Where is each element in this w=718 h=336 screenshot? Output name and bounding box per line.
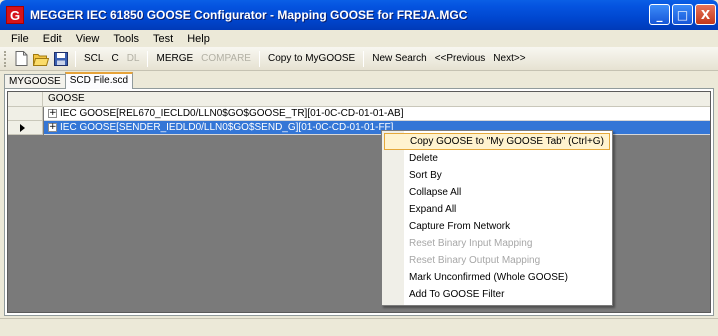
menu-file[interactable]: File bbox=[4, 33, 36, 45]
c-button[interactable]: C bbox=[107, 53, 122, 64]
expand-plus-icon[interactable]: + bbox=[48, 109, 57, 118]
current-row-arrow-icon bbox=[20, 124, 25, 132]
compare-button[interactable]: COMPARE bbox=[197, 53, 255, 64]
menu-item-reset-binary-input[interactable]: Reset Binary Input Mapping bbox=[384, 235, 610, 252]
menu-help[interactable]: Help bbox=[180, 33, 217, 45]
menu-bar: File Edit View Tools Test Help bbox=[0, 30, 718, 47]
column-header-goose[interactable]: GOOSE bbox=[48, 93, 85, 104]
grid-corner[interactable] bbox=[8, 92, 43, 107]
window-title: MEGGER IEC 61850 GOOSE Configurator - Ma… bbox=[30, 8, 468, 22]
grid-header: GOOSE bbox=[8, 92, 710, 107]
menu-item-reset-binary-output[interactable]: Reset Binary Output Mapping bbox=[384, 252, 610, 269]
new-search-button[interactable]: New Search bbox=[368, 53, 430, 64]
previous-button[interactable]: <<Previous bbox=[431, 53, 490, 64]
close-button[interactable]: X bbox=[695, 4, 716, 25]
menu-edit[interactable]: Edit bbox=[36, 33, 69, 45]
toolbar-grip[interactable] bbox=[4, 50, 7, 67]
menu-item-copy-goose[interactable]: Copy GOOSE to "My GOOSE Tab" (Ctrl+G) bbox=[384, 133, 610, 150]
toolbar-separator bbox=[363, 50, 365, 67]
status-bar bbox=[0, 318, 718, 336]
menu-item-add-to-goose-filter[interactable]: Add To GOOSE Filter bbox=[384, 286, 610, 303]
toolbar-separator bbox=[147, 50, 149, 67]
save-icon[interactable] bbox=[53, 51, 69, 67]
app-icon: G bbox=[6, 6, 24, 24]
title-bar: G MEGGER IEC 61850 GOOSE Configurator - … bbox=[0, 0, 718, 30]
tab-mygoose[interactable]: MYGOOSE bbox=[4, 74, 66, 89]
context-menu: Copy GOOSE to "My GOOSE Tab" (Ctrl+G) De… bbox=[381, 130, 613, 306]
row-selector[interactable] bbox=[8, 107, 43, 121]
open-folder-icon[interactable] bbox=[33, 51, 49, 67]
menu-item-collapse-all[interactable]: Collapse All bbox=[384, 184, 610, 201]
tab-strip: MYGOOSE SCD File.scd bbox=[4, 72, 134, 89]
toolbar-separator bbox=[75, 50, 76, 67]
menu-item-sort-by[interactable]: Sort By bbox=[384, 167, 610, 184]
goose-row-text: IEC GOOSE[REL670_IECLD0/LLN0$GO$GOOSE_TR… bbox=[60, 108, 404, 119]
expand-plus-icon[interactable]: + bbox=[48, 123, 57, 132]
minimize-button[interactable]: _ bbox=[649, 4, 670, 25]
merge-button[interactable]: MERGE bbox=[152, 53, 197, 64]
window-controls: _ □ X bbox=[649, 4, 716, 25]
toolbar: SCL C DL MERGE COMPARE Copy to MyGOOSE N… bbox=[0, 47, 718, 71]
menu-view[interactable]: View bbox=[69, 33, 107, 45]
menu-test[interactable]: Test bbox=[146, 33, 180, 45]
menu-item-delete[interactable]: Delete bbox=[384, 150, 610, 167]
new-file-icon[interactable] bbox=[13, 51, 29, 67]
toolbar-separator bbox=[258, 50, 260, 67]
menu-tools[interactable]: Tools bbox=[106, 33, 146, 45]
menu-item-capture-from-network[interactable]: Capture From Network bbox=[384, 218, 610, 235]
row-cell[interactable]: + IEC GOOSE[REL670_IECLD0/LLN0$GO$GOOSE_… bbox=[44, 107, 710, 121]
table-row[interactable]: + IEC GOOSE[REL670_IECLD0/LLN0$GO$GOOSE_… bbox=[8, 107, 710, 121]
next-button[interactable]: Next>> bbox=[489, 53, 529, 64]
scl-button[interactable]: SCL bbox=[80, 53, 107, 64]
copy-to-mygoose-button[interactable]: Copy to MyGOOSE bbox=[264, 53, 359, 64]
menu-item-mark-unconfirmed[interactable]: Mark Unconfirmed (Whole GOOSE) bbox=[384, 269, 610, 286]
goose-row-text: IEC GOOSE[SENDER_IEDLD0/LLN0$GO$SEND_G][… bbox=[60, 122, 394, 133]
maximize-button[interactable]: □ bbox=[672, 4, 693, 25]
menu-item-expand-all[interactable]: Expand All bbox=[384, 201, 610, 218]
tab-scd-file[interactable]: SCD File.scd bbox=[64, 72, 134, 89]
row-selector[interactable] bbox=[8, 121, 43, 135]
dl-button[interactable]: DL bbox=[123, 53, 144, 64]
